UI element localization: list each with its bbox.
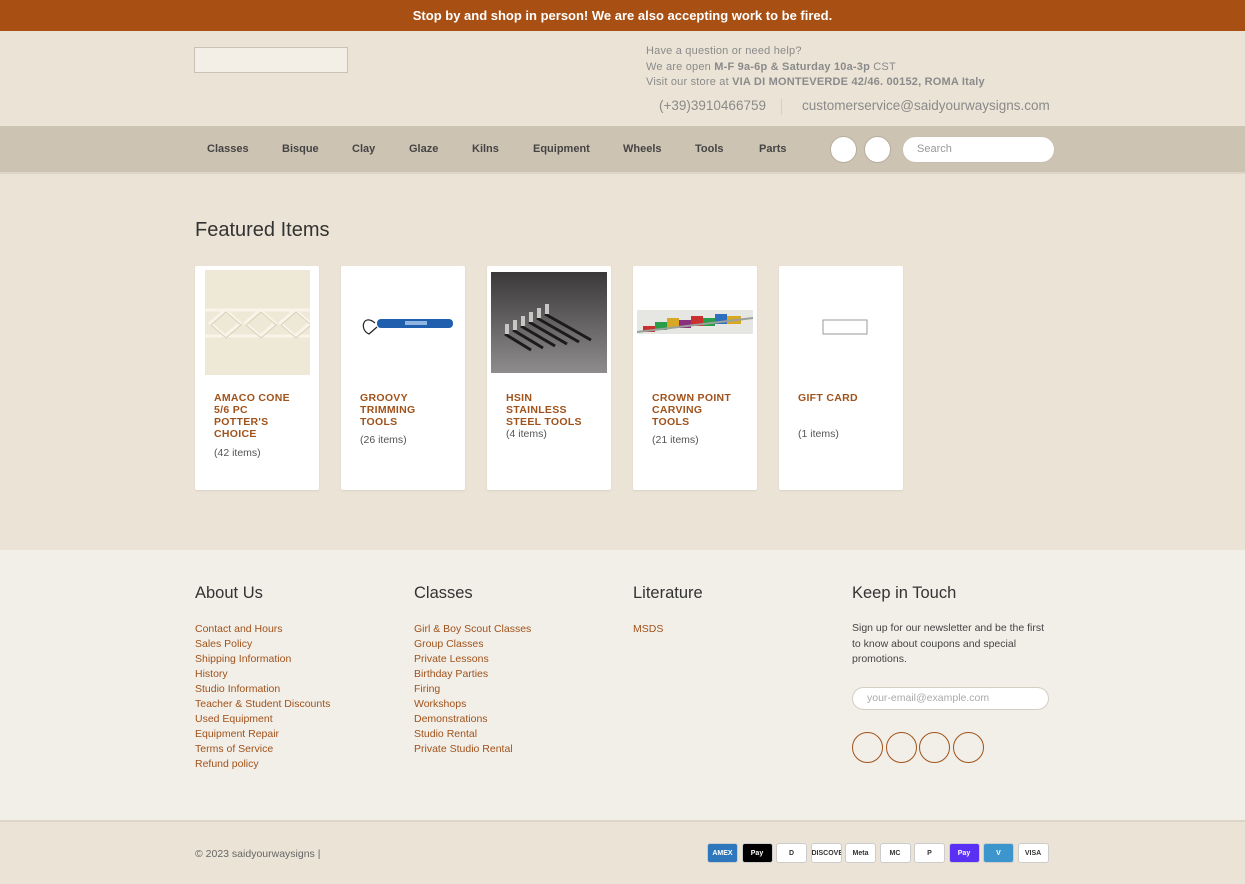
footer-keep-in-touch-title: Keep in Touch <box>852 584 957 602</box>
product-image[interactable] <box>345 270 461 376</box>
mastercard-icon: MC <box>879 843 911 863</box>
store-address: VIA DI MONTEVERDE 42/46. 00152, ROMA Ita… <box>732 76 985 88</box>
footer-link[interactable]: Studio Rental <box>414 727 531 742</box>
account-button[interactable] <box>830 136 857 163</box>
product-image[interactable] <box>783 270 899 376</box>
shop-pay-icon: Pay <box>948 843 980 863</box>
site-footer: About Us Contact and Hours Sales Policy … <box>0 550 1245 820</box>
header-divider <box>781 99 782 115</box>
site-header: Have a question or need help? We are ope… <box>0 31 1245 126</box>
footer-about-title: About Us <box>195 584 263 602</box>
featured-title: Featured Items <box>195 219 330 241</box>
product-image[interactable] <box>491 272 607 373</box>
footer-link[interactable]: Refund policy <box>195 757 330 772</box>
contact-line-address: Visit our store at VIA DI MONTEVERDE 42/… <box>646 76 985 88</box>
site-logo[interactable] <box>194 47 348 73</box>
footer-link[interactable]: Shipping Information <box>195 652 330 667</box>
product-title[interactable]: GROOVY TRIMMING TOOLS <box>360 392 450 428</box>
footer-link[interactable]: Used Equipment <box>195 712 330 727</box>
product-title[interactable]: CROWN POINT CARVING TOOLS <box>652 392 742 428</box>
footer-literature-links: MSDS <box>633 622 663 637</box>
search-input[interactable]: Search <box>902 136 1055 163</box>
bottom-bar: © 2023 saidyourwaysigns | AMEX Pay D DISCOV… <box>0 820 1245 884</box>
footer-link[interactable]: Equipment Repair <box>195 727 330 742</box>
footer-classes-title: Classes <box>414 584 473 602</box>
product-card[interactable]: AMACO CONE 5/6 PC POTTER'S CHOICE (42 it… <box>195 266 319 490</box>
product-count: (42 items) <box>214 447 261 459</box>
announcement-bar: Stop by and shop in person! We are also … <box>0 0 1245 31</box>
product-card[interactable]: CROWN POINT CARVING TOOLS (21 items) <box>633 266 757 490</box>
footer-link[interactable]: Firing <box>414 682 531 697</box>
nav-item-kilns[interactable]: Kilns <box>472 143 499 155</box>
newsletter-email-input[interactable]: your-email@example.com <box>852 687 1049 710</box>
product-count: (26 items) <box>360 434 407 446</box>
apple-pay-icon: Pay <box>741 843 773 863</box>
nav-item-glaze[interactable]: Glaze <box>409 143 438 155</box>
footer-about-links: Contact and Hours Sales Policy Shipping … <box>195 622 330 772</box>
paypal-icon: P <box>914 843 945 863</box>
cart-button[interactable] <box>864 136 891 163</box>
gift-card-image <box>822 319 868 335</box>
footer-link[interactable]: Teacher & Student Discounts <box>195 697 330 712</box>
contact-info: Have a question or need help? We are ope… <box>646 44 985 91</box>
footer-link[interactable]: Workshops <box>414 697 531 712</box>
footer-link[interactable]: Birthday Parties <box>414 667 531 682</box>
copyright: © 2023 saidyourwaysigns | <box>195 848 321 860</box>
product-count: (1 items) <box>798 428 839 440</box>
product-title[interactable]: HSIN STAINLESS STEEL TOOLS <box>506 392 596 428</box>
footer-literature-title: Literature <box>633 584 703 602</box>
phone-link[interactable]: (+39)3910466759 <box>659 98 766 113</box>
footer-link[interactable]: Girl & Boy Scout Classes <box>414 622 531 637</box>
nav-item-classes[interactable]: Classes <box>207 143 249 155</box>
footer-link[interactable]: Group Classes <box>414 637 531 652</box>
carving-tools-image <box>637 310 753 334</box>
nav-item-wheels[interactable]: Wheels <box>623 143 662 155</box>
product-card[interactable]: GROOVY TRIMMING TOOLS (26 items) <box>341 266 465 490</box>
product-card[interactable]: HSIN STAINLESS STEEL TOOLS (4 items) <box>487 266 611 490</box>
main-nav: Classes Bisque Clay Glaze Kilns Equipmen… <box>0 126 1245 174</box>
footer-link[interactable]: Studio Information <box>195 682 330 697</box>
instagram-icon[interactable] <box>886 732 917 763</box>
product-image[interactable] <box>637 270 753 376</box>
footer-link[interactable]: Contact and Hours <box>195 622 330 637</box>
contact-line-help: Have a question or need help? <box>646 45 802 57</box>
visa-icon: VISA <box>1017 843 1049 863</box>
trimming-tool-image <box>362 319 453 335</box>
meta-pay-icon: Meta <box>845 843 876 863</box>
footer-link-msds[interactable]: MSDS <box>633 622 663 637</box>
youtube-icon[interactable] <box>953 732 984 763</box>
product-count: (4 items) <box>506 428 547 440</box>
facebook-icon[interactable] <box>852 732 883 763</box>
footer-link[interactable]: Sales Policy <box>195 637 330 652</box>
store-hours: M-F 9a-6p & Saturday 10a-3p <box>714 60 871 73</box>
nav-item-equipment[interactable]: Equipment <box>533 143 590 155</box>
email-link[interactable]: customerservice@saidyourwaysigns.com <box>802 98 1050 113</box>
newsletter-text: Sign up for our newsletter and be the fi… <box>852 622 1045 665</box>
venmo-icon: V <box>983 843 1014 863</box>
product-image[interactable] <box>205 270 310 375</box>
clay-texture-image <box>205 270 310 375</box>
footer-link[interactable]: History <box>195 667 330 682</box>
footer-link[interactable]: Private Lessons <box>414 652 531 667</box>
contact-line-hours: We are open M-F 9a-6p & Saturday 10a-3p … <box>646 60 896 73</box>
steel-tools-image <box>491 272 607 373</box>
product-title[interactable]: AMACO CONE 5/6 PC POTTER'S CHOICE <box>214 392 304 440</box>
discover-icon: DISCOVER <box>810 843 842 863</box>
footer-link[interactable]: Terms of Service <box>195 742 330 757</box>
product-count: (21 items) <box>652 434 699 446</box>
nav-item-clay[interactable]: Clay <box>352 143 375 155</box>
nav-item-bisque[interactable]: Bisque <box>282 143 319 155</box>
nav-item-tools[interactable]: Tools <box>695 143 724 155</box>
nav-item-parts[interactable]: Parts <box>759 143 787 155</box>
product-title[interactable]: GIFT CARD <box>798 392 888 404</box>
footer-link[interactable]: Private Studio Rental <box>414 742 531 757</box>
product-card[interactable]: GIFT CARD (1 items) <box>779 266 903 490</box>
diners-club-icon: D <box>776 843 807 863</box>
footer-link[interactable]: Demonstrations <box>414 712 531 727</box>
amex-icon: AMEX <box>707 843 738 863</box>
footer-classes-links: Girl & Boy Scout Classes Group Classes P… <box>414 622 531 757</box>
twitter-icon[interactable] <box>919 732 950 763</box>
